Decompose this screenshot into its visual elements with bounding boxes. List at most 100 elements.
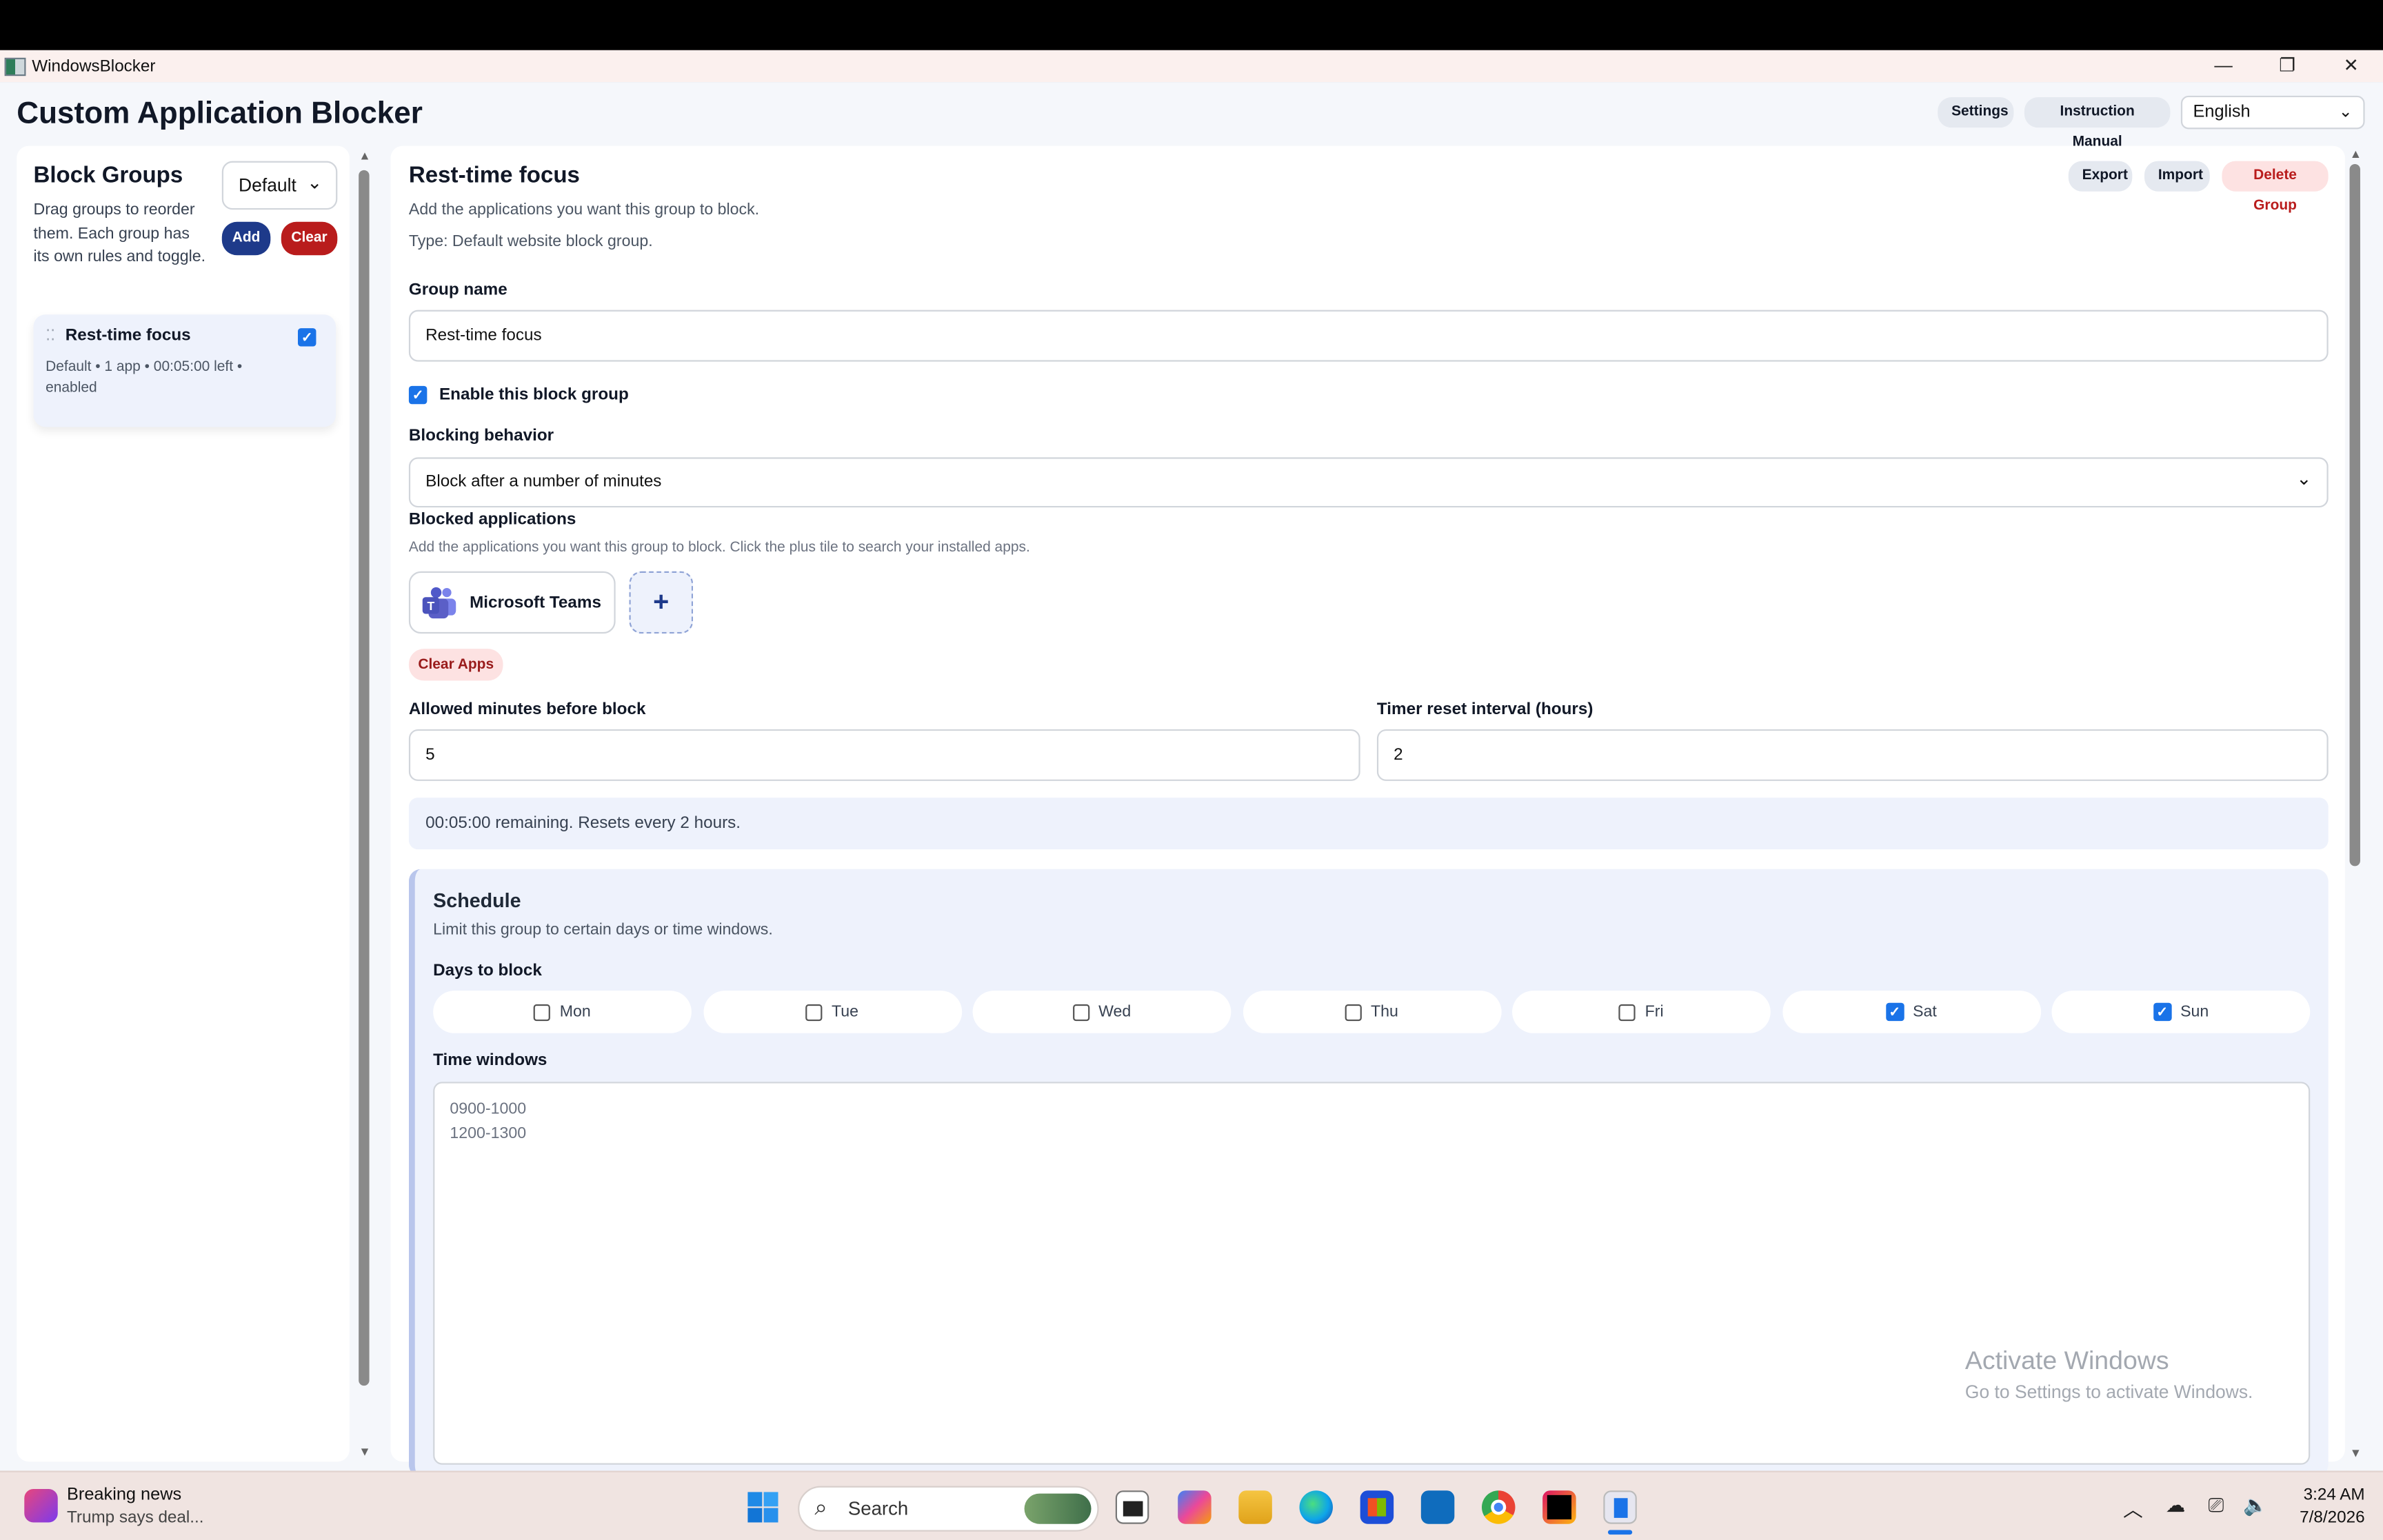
day-label: Thu <box>1370 1002 1398 1022</box>
reset-interval-label: Timer reset interval (hours) <box>1376 700 1593 719</box>
group-type-text: Type: Default website block group. <box>408 232 653 251</box>
app-tile-name: Microsoft Teams <box>470 594 601 613</box>
group-card-name: Rest-time focus <box>65 326 191 345</box>
window-title: WindowsBlocker <box>32 57 156 76</box>
day-checkbox[interactable] <box>1619 1003 1636 1021</box>
activate-windows-watermark: Activate Windows Go to Settings to activ… <box>1965 1346 2253 1403</box>
chevron-up-icon[interactable]: ︿ <box>2123 1494 2143 1523</box>
app-icon <box>4 57 26 76</box>
day-thu[interactable]: Thu <box>1242 991 1501 1033</box>
restore-button[interactable]: ❐ <box>2255 50 2320 82</box>
active-app-indicator <box>1607 1530 1633 1535</box>
volume-icon[interactable]: 🔈 <box>2243 1494 2268 1518</box>
watermark-subtitle: Go to Settings to activate Windows. <box>1964 1381 2253 1403</box>
group-type-value: Default <box>239 174 296 196</box>
chevron-down-icon: ⌄ <box>307 172 323 193</box>
chrome-icon[interactable] <box>1481 1490 1516 1524</box>
network-icon[interactable]: ⎚ <box>2209 1494 2224 1518</box>
group-enabled-checkbox[interactable]: ✓ <box>298 328 316 347</box>
time-windows-label: Time windows <box>433 1051 547 1070</box>
allowed-minutes-input[interactable]: 5 <box>408 729 1360 781</box>
minimize-button[interactable]: — <box>2191 50 2255 82</box>
day-mon[interactable]: Mon <box>433 991 692 1033</box>
language-value: English <box>2193 103 2251 122</box>
onedrive-icon[interactable]: ☁ <box>2166 1494 2186 1518</box>
day-checkbox[interactable] <box>1072 1003 1089 1021</box>
day-checkbox[interactable]: ✓ <box>1885 1002 1904 1022</box>
block-groups-description: Drag groups to reorder them. Each group … <box>33 200 206 266</box>
taskbar-search[interactable]: ⌕ Search <box>798 1486 1099 1532</box>
day-fri[interactable]: Fri <box>1512 991 1771 1033</box>
m365-copilot-icon[interactable] <box>1178 1490 1211 1524</box>
store-icon[interactable] <box>1360 1490 1394 1524</box>
watermark-title: Activate Windows <box>1964 1346 2169 1375</box>
sidebar-scrollbar[interactable]: ▲ ▼ <box>357 146 372 1462</box>
editor-title: Rest-time focus <box>408 162 580 189</box>
day-checkbox[interactable] <box>805 1003 823 1021</box>
enable-group-label: Enable this block group <box>439 385 629 405</box>
scroll-down-icon[interactable]: ▼ <box>2346 1446 2364 1460</box>
day-label: Wed <box>1098 1002 1132 1022</box>
day-label: Tue <box>831 1002 859 1022</box>
group-card[interactable]: ⁚⁚ Rest-time focus ✓ Default • 1 app • 0… <box>33 314 336 427</box>
scrollbar-thumb[interactable] <box>2349 164 2360 867</box>
blocking-behavior-value: Block after a number of minutes <box>425 472 662 491</box>
day-checkbox[interactable] <box>534 1003 551 1021</box>
day-wed[interactable]: Wed <box>972 991 1231 1033</box>
chevron-down-icon: ⌄ <box>2296 467 2312 489</box>
windowsblocker-icon[interactable] <box>1603 1490 1637 1524</box>
start-icon[interactable] <box>746 1490 779 1523</box>
reset-interval-input[interactable]: 2 <box>1376 729 2329 781</box>
day-sat[interactable]: ✓ Sat <box>1782 991 2041 1033</box>
clock-date[interactable]: 7/8/2026 <box>2292 1509 2364 1527</box>
scroll-down-icon[interactable]: ▼ <box>357 1445 372 1459</box>
outlook-icon[interactable] <box>1420 1490 1455 1524</box>
scroll-up-icon[interactable]: ▲ <box>2346 148 2364 161</box>
day-checkbox[interactable]: ✓ <box>2153 1002 2171 1022</box>
drag-handle-icon[interactable]: ⁚⁚ <box>46 328 55 345</box>
day-checkbox[interactable] <box>1345 1003 1362 1021</box>
day-label: Mon <box>559 1002 591 1022</box>
news-icon[interactable] <box>24 1489 58 1523</box>
file-explorer-icon[interactable] <box>1238 1490 1272 1524</box>
instruction-manual-button[interactable]: Instruction Manual <box>2024 97 2171 150</box>
app-tile[interactable]: T Microsoft Teams <box>408 571 616 634</box>
news-text[interactable]: Trump says deal... <box>67 1509 204 1527</box>
group-card-meta: Default • 1 app • 00:05:00 left • enable… <box>46 358 243 397</box>
day-sun[interactable]: ✓ Sun <box>2051 991 2311 1033</box>
blocked-apps-help: Add the applications you want this group… <box>408 539 1030 556</box>
group-type-select[interactable]: Default ⌄ <box>221 161 338 210</box>
day-label: Fri <box>1645 1002 1664 1022</box>
editor-scrollbar[interactable]: ▲ ▼ <box>2346 146 2364 1462</box>
edge-icon[interactable] <box>1299 1490 1333 1524</box>
blocking-behavior-label: Blocking behavior <box>408 427 554 445</box>
rider-icon[interactable] <box>1542 1490 1576 1524</box>
block-groups-title: Block Groups <box>33 162 183 189</box>
task-view-icon[interactable] <box>1115 1490 1149 1524</box>
export-button[interactable]: Export <box>2068 161 2133 192</box>
scroll-up-icon[interactable]: ▲ <box>357 149 372 163</box>
language-select[interactable]: English ⌄ <box>2180 95 2365 130</box>
import-button[interactable]: Import <box>2144 161 2210 192</box>
editor-subtitle: Add the applications you want this group… <box>408 200 760 219</box>
clear-groups-button[interactable]: Clear <box>281 221 338 256</box>
day-tue[interactable]: Tue <box>703 991 962 1033</box>
clock-time[interactable]: 3:24 AM <box>2292 1486 2365 1504</box>
add-group-button[interactable]: Add <box>221 221 271 256</box>
enable-group-checkbox[interactable]: ✓ <box>408 385 428 405</box>
group-name-input[interactable]: Rest-time focus <box>408 310 2329 362</box>
clear-apps-button[interactable]: Clear Apps <box>408 649 503 681</box>
days-label: Days to block <box>433 962 542 980</box>
blocking-behavior-select[interactable]: Block after a number of minutes ⌄ <box>408 457 2329 508</box>
timer-status: 00:05:00 remaining. Resets every 2 hours… <box>408 798 2329 850</box>
group-name-label: Group name <box>408 281 507 300</box>
chevron-down-icon: ⌄ <box>2338 103 2353 122</box>
delete-group-button[interactable]: Delete Group <box>2222 161 2329 214</box>
add-app-button[interactable]: + <box>629 571 694 634</box>
scrollbar-thumb[interactable] <box>359 170 370 1386</box>
close-button[interactable]: ✕ <box>2319 50 2383 82</box>
news-title[interactable]: Breaking news <box>67 1486 181 1504</box>
settings-button[interactable]: Settings <box>1938 97 2014 128</box>
day-label: Sun <box>2180 1002 2209 1022</box>
time-windows-textarea[interactable]: 0900-1000 1200-1300 <box>433 1082 2311 1465</box>
